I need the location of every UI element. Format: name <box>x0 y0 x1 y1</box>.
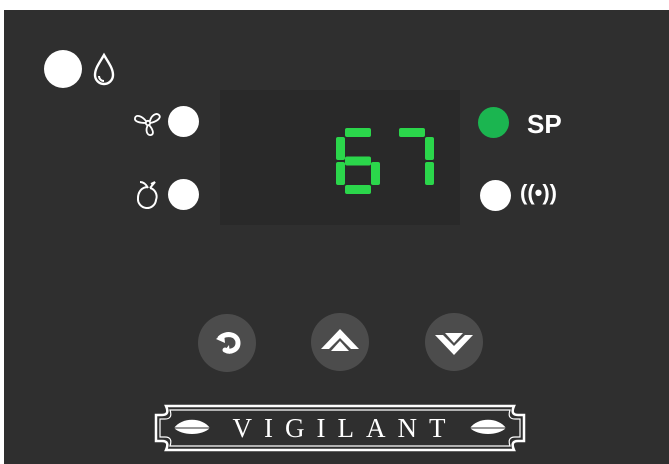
defrost-led <box>44 50 82 88</box>
brand-name: VIGILANT <box>232 413 458 443</box>
alarm-label: ((•)) <box>520 180 558 205</box>
refresh-icon <box>216 332 241 354</box>
alarm-led <box>480 180 511 211</box>
water-drop-icon <box>93 52 115 86</box>
digit-0-segment-c <box>371 162 380 185</box>
fan-led <box>168 106 199 137</box>
up-button[interactable] <box>311 313 369 371</box>
chevron-down-icon <box>435 333 473 355</box>
digit-0-segment-f <box>336 137 345 160</box>
compressor-icon <box>136 181 158 209</box>
fan-icon <box>134 113 161 136</box>
digit-1-segment-c <box>425 162 434 185</box>
digit-0-segment-g <box>345 156 371 166</box>
compressor-led <box>168 179 199 210</box>
temperature-display <box>336 128 434 194</box>
down-button[interactable] <box>425 313 483 371</box>
digit-0-segment-d <box>345 185 371 194</box>
cycle-button[interactable] <box>198 314 256 372</box>
digit-1-segment-b <box>425 137 434 160</box>
chevron-up-icon <box>321 329 359 351</box>
digit-0-segment-a <box>345 128 371 137</box>
setpoint-label: SP <box>527 109 562 139</box>
brand-logo: VIGILANT <box>152 403 528 453</box>
digit-1-segment-a <box>399 128 425 137</box>
digit-0-segment-e <box>336 162 345 185</box>
setpoint-led <box>478 107 509 138</box>
